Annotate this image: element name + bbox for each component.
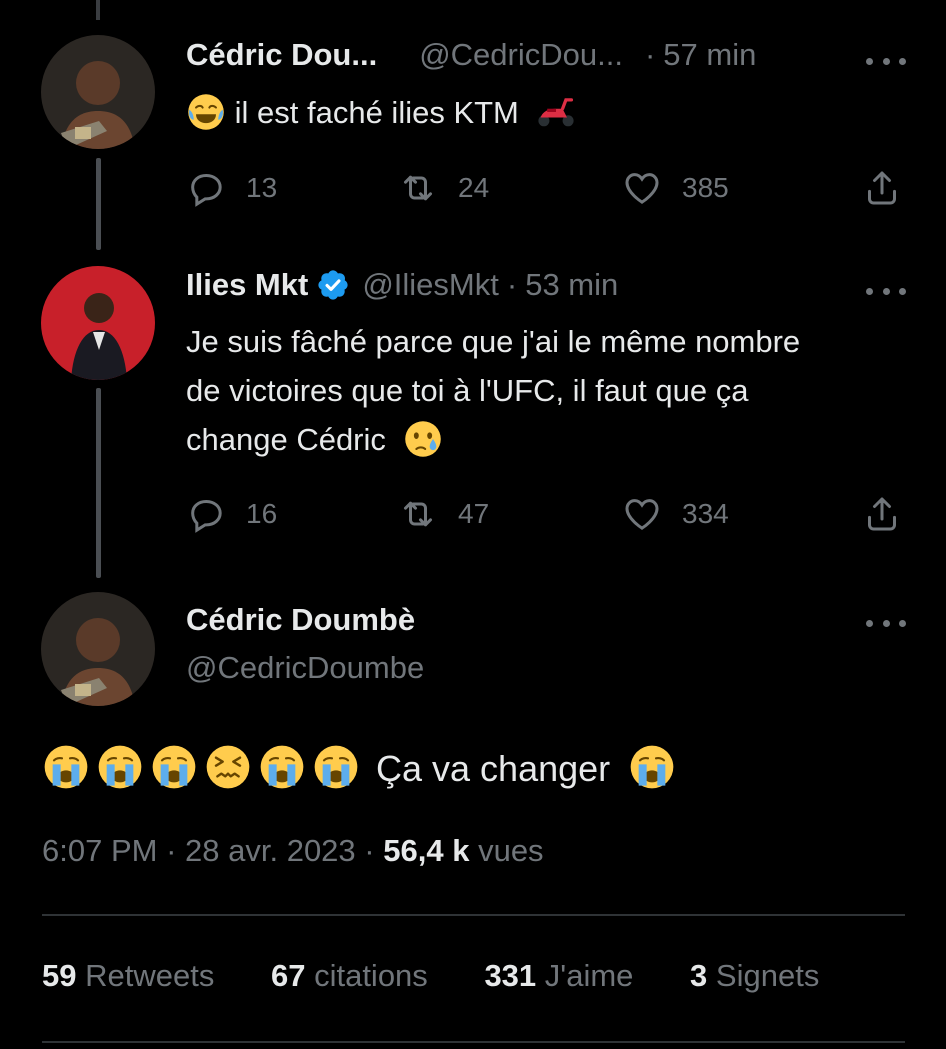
- tweet-text-line: de victoires que toi à l'UFC, il faut qu…: [186, 373, 749, 408]
- heart-icon: [622, 168, 662, 208]
- retweet-icon: [398, 168, 438, 208]
- retweet-count: 24: [458, 172, 490, 203]
- scooter-emoji: [534, 95, 578, 129]
- tweet-meta: 6:07 PM · 28 avr. 2023 · 56,4 k vues: [42, 833, 544, 869]
- share-button[interactable]: [862, 168, 922, 208]
- retweet-icon: [398, 494, 438, 534]
- tweet-2-text: Je suis fâché parce que j'ai le même nom…: [186, 317, 800, 464]
- reply-icon: [186, 168, 226, 208]
- likes-stat[interactable]: 331 J'aime: [484, 958, 633, 993]
- tweet-date[interactable]: 28 avr. 2023: [185, 833, 356, 868]
- bookmarks-stat[interactable]: 3 Signets: [690, 958, 819, 993]
- tweet-2-actions: 16 47 334: [186, 494, 906, 534]
- views-count: 56,4 k: [383, 833, 470, 868]
- tweet-text: Ça va changer: [376, 748, 611, 789]
- divider: [42, 914, 905, 916]
- views-label: vues: [478, 833, 544, 868]
- crying-emoji: [312, 743, 360, 791]
- crying-emoji: [258, 743, 306, 791]
- tweet-time[interactable]: 6:07 PM: [42, 833, 157, 868]
- more-options-icon[interactable]: [866, 613, 906, 633]
- crying-emoji: [150, 743, 198, 791]
- meta-separator: ·: [166, 833, 177, 868]
- avatar-cedric[interactable]: [41, 35, 155, 149]
- retweet-count: 47: [458, 498, 490, 529]
- timestamp[interactable]: 57 min: [663, 37, 756, 73]
- divider: [42, 1041, 905, 1043]
- stat-count: 331: [484, 958, 537, 993]
- like-button[interactable]: 334: [622, 494, 729, 534]
- stat-label: Signets: [715, 958, 820, 993]
- tweet-text-line: change Cédric: [186, 422, 386, 457]
- heart-icon: [622, 494, 662, 534]
- separator: ·: [506, 267, 518, 302]
- avatar-cedric-main[interactable]: [41, 592, 155, 706]
- main-handle[interactable]: @CedricDoumbe: [186, 650, 424, 686]
- more-options-icon[interactable]: [866, 281, 906, 301]
- tweet-text: il est faché ilies KTM: [234, 95, 519, 130]
- confounded-emoji: [204, 743, 252, 791]
- share-icon: [862, 494, 902, 534]
- quotes-stat[interactable]: 67 citations: [271, 958, 428, 993]
- retweet-button[interactable]: 47: [398, 494, 489, 534]
- more-options-icon[interactable]: [866, 51, 906, 71]
- reply-icon: [186, 494, 226, 534]
- thread-connector-top: [96, 0, 100, 20]
- stat-count: 3: [690, 958, 708, 993]
- display-name[interactable]: Ilies Mkt: [186, 267, 308, 303]
- stat-label: J'aime: [544, 958, 634, 993]
- stat-label: citations: [314, 958, 428, 993]
- reply-count: 16: [246, 498, 278, 529]
- display-name[interactable]: Cédric Dou...: [186, 37, 377, 73]
- main-display-name[interactable]: Cédric Doumbè: [186, 602, 415, 638]
- thread-line-1: [96, 158, 101, 250]
- handle[interactable]: @CedricDou...: [419, 37, 623, 73]
- avatar-ilies[interactable]: [41, 266, 155, 380]
- main-tweet-text: Ça va changer: [42, 744, 676, 794]
- teary-emoji: [403, 419, 443, 459]
- handle[interactable]: @IliesMkt: [362, 267, 499, 303]
- verified-badge-icon: [318, 270, 348, 300]
- stat-count: 59: [42, 958, 77, 993]
- laughing-crying-emoji: [186, 92, 226, 132]
- crying-emoji: [96, 743, 144, 791]
- reply-count: 13: [246, 172, 278, 203]
- share-button[interactable]: [862, 494, 922, 534]
- tweet-1-actions: 13 24 385: [186, 168, 906, 208]
- tweet-1-header: Cédric Dou... @CedricDou... · 57 min: [186, 37, 756, 73]
- timestamp[interactable]: 53 min: [525, 267, 618, 303]
- like-count: 385: [682, 172, 729, 203]
- tweet-2-header: Ilies Mkt @IliesMkt · 53 min: [186, 267, 618, 303]
- like-button[interactable]: 385: [622, 168, 729, 208]
- stat-count: 67: [270, 958, 306, 993]
- crying-emoji: [628, 743, 676, 791]
- tweet-1-text: il est faché ilies KTM: [186, 88, 578, 137]
- retweets-stat[interactable]: 59 Retweets: [42, 958, 214, 993]
- stat-label: Retweets: [85, 958, 215, 993]
- retweet-button[interactable]: 24: [398, 168, 489, 208]
- meta-separator: ·: [364, 833, 375, 868]
- like-count: 334: [682, 498, 729, 529]
- reply-button[interactable]: 13: [186, 168, 277, 208]
- tweet-text-line: Je suis fâché parce que j'ai le même nom…: [186, 324, 801, 359]
- separator: ·: [644, 37, 656, 72]
- crying-emoji: [42, 743, 90, 791]
- share-icon: [862, 168, 902, 208]
- thread-line-2: [96, 388, 101, 578]
- reply-button[interactable]: 16: [186, 494, 277, 534]
- engagement-stats: 59 Retweets 67 citations 331 J'aime 3 Si…: [42, 958, 867, 994]
